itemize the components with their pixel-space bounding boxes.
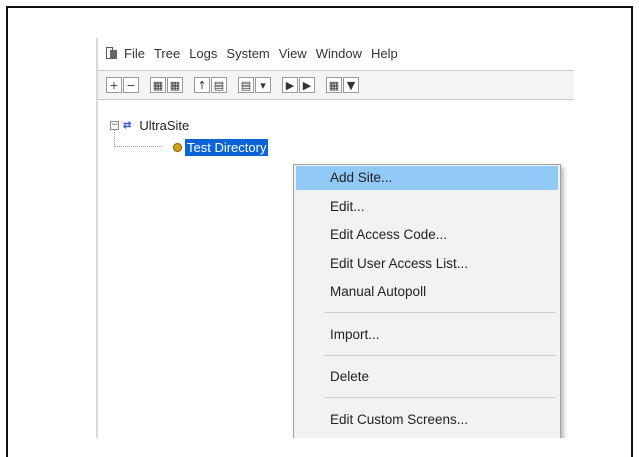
menu-item-import[interactable]: Import... <box>296 323 558 347</box>
menu-item-edit-custom-screens[interactable]: Edit Custom Screens... <box>296 408 558 432</box>
directory-icon <box>173 143 182 152</box>
toolbar-group-add-remove: + − <box>106 77 140 93</box>
menu-view[interactable]: View <box>279 46 307 61</box>
toolbar: + − ▦ ▦ ↑ ▤ ▤ ▾ ▶ ▶ ▦ ▼ <box>98 70 574 100</box>
menu-separator <box>324 312 556 313</box>
expand-icon[interactable]: + <box>106 77 122 93</box>
list-icon[interactable]: ▤ <box>238 77 254 93</box>
menu-item-edit-access-code[interactable]: Edit Access Code... <box>296 223 558 247</box>
receive-icon[interactable]: ▶ <box>299 77 315 93</box>
screenshot-frame: File Tree Logs System View Window Help +… <box>6 6 633 457</box>
menu-separator <box>324 355 556 356</box>
tree-node-label-selected[interactable]: Test Directory <box>185 139 269 156</box>
tree-node-ultrasite[interactable]: − ⇄ UltraSite <box>110 118 189 133</box>
menu-window[interactable]: Window <box>316 46 362 61</box>
table-icon[interactable]: ▤ <box>211 77 227 93</box>
ultrasite-window: File Tree Logs System View Window Help +… <box>96 38 574 438</box>
filter-icon[interactable]: ▼ <box>343 77 359 93</box>
tree-connector-vertical <box>114 130 115 147</box>
toolbar-group-upload: ↑ ▤ <box>194 77 228 93</box>
menu-item-manual-autopoll[interactable]: Manual Autopoll <box>296 280 558 304</box>
toolbar-group-list: ▤ ▾ <box>238 77 272 93</box>
toolbar-group-filter: ▦ ▼ <box>326 77 360 93</box>
context-menu: Add Site... Edit... Edit Access Code... … <box>293 164 561 438</box>
menu-logs[interactable]: Logs <box>189 46 217 61</box>
menu-file[interactable]: File <box>124 46 145 61</box>
toolbar-group-grid: ▦ ▦ <box>150 77 184 93</box>
send-icon[interactable]: ▶ <box>282 77 298 93</box>
menu-tree[interactable]: Tree <box>154 46 180 61</box>
grid-alt-icon[interactable]: ▦ <box>167 77 183 93</box>
menu-separator <box>324 397 556 398</box>
app-icon <box>106 46 118 60</box>
menu-bar: File Tree Logs System View Window Help <box>106 41 407 65</box>
menu-item-delete[interactable]: Delete <box>296 365 558 389</box>
tree-node-test-directory[interactable]: Test Directory <box>173 139 269 156</box>
menu-item-edit[interactable]: Edit... <box>296 195 558 219</box>
toolbar-group-transfer: ▶ ▶ <box>282 77 316 93</box>
menu-system[interactable]: System <box>226 46 269 61</box>
collapse-icon[interactable]: − <box>123 77 139 93</box>
network-icon: ⇄ <box>123 120 132 131</box>
menu-item-edit-user-access-list[interactable]: Edit User Access List... <box>296 252 558 276</box>
menu-item-add-site[interactable]: Add Site... <box>296 166 558 190</box>
upload-icon[interactable]: ↑ <box>194 77 210 93</box>
dropdown-icon[interactable]: ▾ <box>255 77 271 93</box>
menu-help[interactable]: Help <box>371 46 398 61</box>
panel-icon[interactable]: ▦ <box>326 77 342 93</box>
tree-node-label: UltraSite <box>139 118 190 133</box>
collapse-toggle-icon[interactable]: − <box>110 121 119 130</box>
grid-icon[interactable]: ▦ <box>150 77 166 93</box>
tree-connector-horizontal <box>114 146 162 147</box>
